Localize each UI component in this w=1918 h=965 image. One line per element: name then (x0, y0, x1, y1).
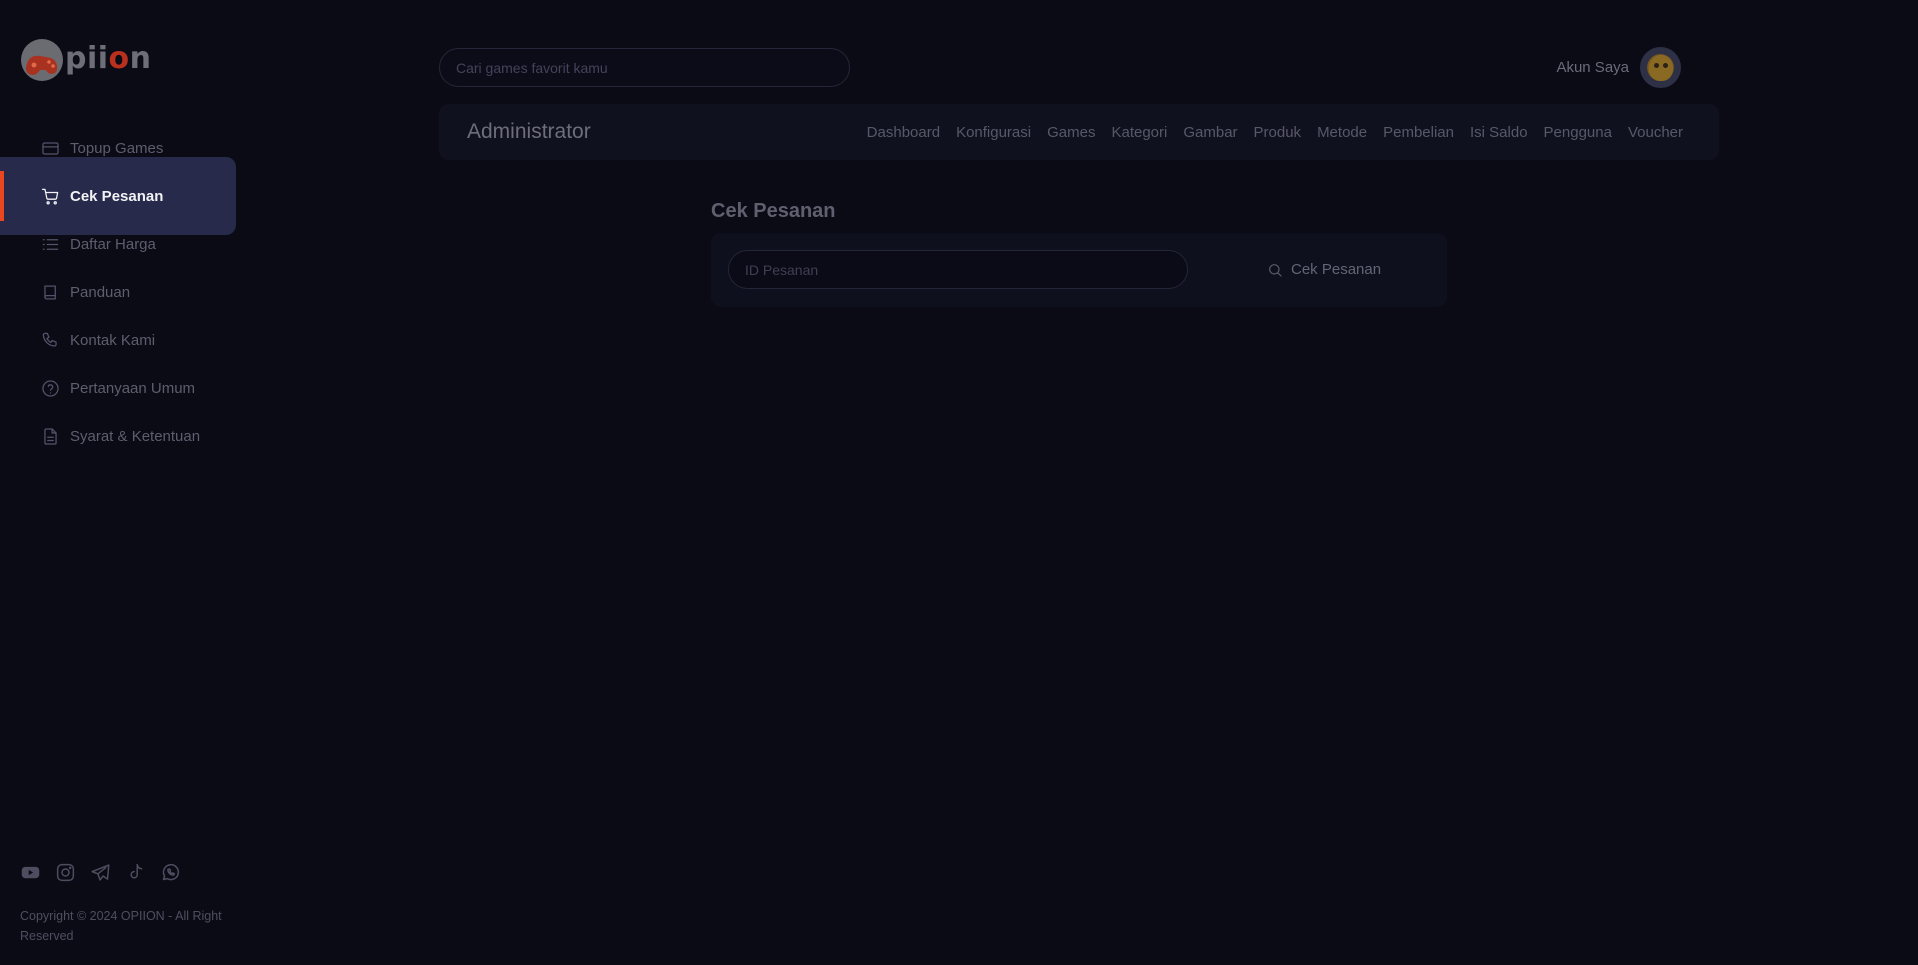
sidebar-item-label: Daftar Harga (70, 235, 156, 253)
logo[interactable]: piion (20, 38, 152, 82)
admin-link-dashboard[interactable]: Dashboard (867, 124, 940, 141)
social-links (20, 862, 181, 883)
sidebar-item-pertanyaan-umum[interactable]: Pertanyaan Umum (0, 364, 236, 412)
list-icon (40, 234, 60, 254)
admin-link-pembelian[interactable]: Pembelian (1383, 124, 1454, 141)
avatar-face-icon (1648, 54, 1673, 81)
help-circle-icon (40, 378, 60, 398)
page: piion Topup Games Cek Pesanan Daftar Har… (0, 0, 1918, 965)
logo-text: piion (65, 40, 152, 76)
admin-title: Administrator (467, 120, 591, 143)
admin-link-gambar[interactable]: Gambar (1183, 124, 1237, 141)
search-icon (1269, 263, 1282, 277)
phone-icon (40, 330, 60, 350)
sidebar-item-label: Topup Games (70, 139, 164, 157)
cart-icon (40, 186, 60, 206)
check-order-button[interactable]: Cek Pesanan (1267, 250, 1381, 289)
order-id-input[interactable] (728, 250, 1188, 289)
admin-bar: Administrator Dashboard Konfigurasi Game… (439, 104, 1719, 160)
instagram-icon[interactable] (55, 862, 76, 883)
check-order-button-label: Cek Pesanan (1291, 261, 1382, 278)
tiktok-icon[interactable] (125, 862, 146, 883)
logo-mark-icon (21, 39, 63, 81)
admin-link-games[interactable]: Games (1047, 124, 1095, 141)
admin-link-pengguna[interactable]: Pengguna (1544, 124, 1612, 141)
sidebar-item-cek-pesanan[interactable]: Cek Pesanan (0, 157, 236, 235)
telegram-icon[interactable] (90, 862, 111, 883)
whatsapp-icon[interactable] (160, 862, 181, 883)
admin-link-konfigurasi[interactable]: Konfigurasi (956, 124, 1031, 141)
book-icon (40, 282, 60, 302)
page-title: Cek Pesanan (711, 200, 836, 222)
youtube-icon[interactable] (20, 862, 41, 883)
sidebar-item-label: Cek Pesanan (70, 187, 164, 205)
sidebar-item-label: Syarat & Ketentuan (70, 427, 201, 445)
document-icon (40, 426, 60, 446)
copyright-text: Copyright © 2024 OPIION - All Right Rese… (20, 909, 222, 943)
sidebar-item-panduan[interactable]: Panduan (0, 268, 236, 316)
account-label: Akun Saya (1556, 59, 1629, 76)
sidebar-item-kontak-kami[interactable]: Kontak Kami (0, 316, 236, 364)
sidebar-item-label: Panduan (70, 283, 131, 301)
order-check-card: Cek Pesanan (711, 233, 1447, 307)
admin-link-voucher[interactable]: Voucher (1628, 124, 1683, 141)
account-menu[interactable]: Akun Saya (1556, 47, 1681, 88)
sidebar-item-label: Kontak Kami (70, 331, 156, 349)
admin-nav: Dashboard Konfigurasi Games Kategori Gam… (867, 124, 1683, 141)
credit-card-icon (40, 138, 60, 158)
admin-link-metode[interactable]: Metode (1317, 124, 1367, 141)
sidebar-nav: Topup Games Cek Pesanan Daftar Harga Pan… (0, 124, 236, 460)
search-input[interactable] (439, 48, 850, 87)
avatar[interactable] (1640, 47, 1681, 88)
admin-link-kategori[interactable]: Kategori (1111, 124, 1167, 141)
sidebar-item-label: Pertanyaan Umum (70, 379, 196, 397)
sidebar-item-syarat-ketentuan[interactable]: Syarat & Ketentuan (0, 412, 236, 460)
admin-link-isi-saldo[interactable]: Isi Saldo (1470, 124, 1528, 141)
admin-link-produk[interactable]: Produk (1254, 124, 1302, 141)
